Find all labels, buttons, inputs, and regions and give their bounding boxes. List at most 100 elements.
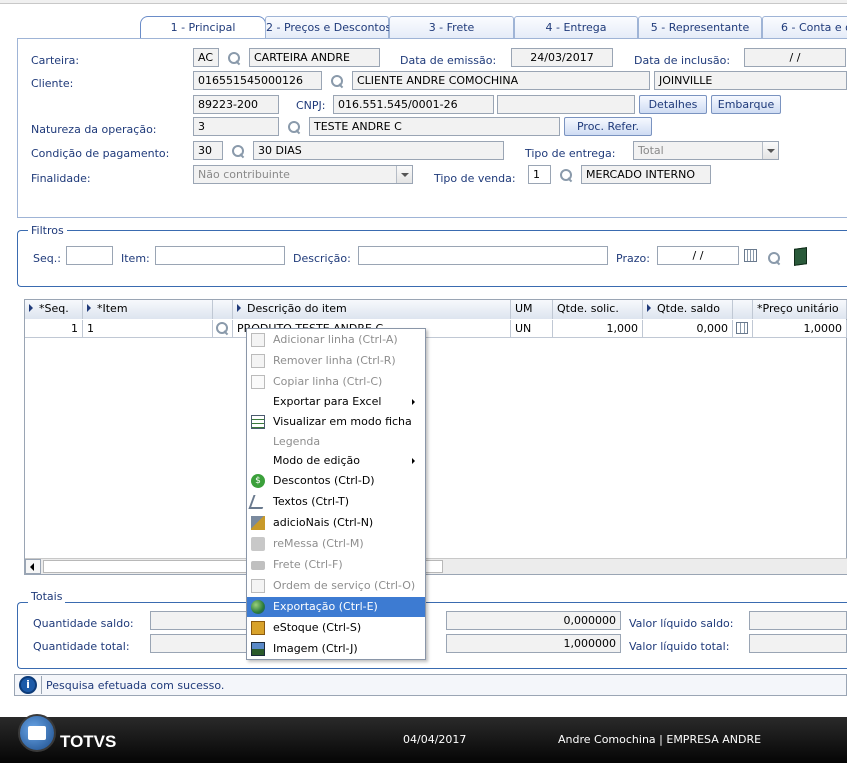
item-input[interactable] bbox=[155, 246, 285, 265]
menu-item-frete[interactable]: Frete (Ctrl-F) bbox=[247, 555, 425, 575]
book-icon[interactable] bbox=[794, 247, 807, 266]
table-row[interactable]: 1 bbox=[25, 320, 83, 338]
menu-item-legenda[interactable]: Legenda bbox=[247, 432, 425, 452]
totais-title: Totais bbox=[28, 590, 66, 603]
data-emissao-label: Data de emissão: bbox=[400, 54, 497, 67]
menu-item-label: Exportação (Ctrl-E) bbox=[273, 600, 378, 613]
menu-item-textos[interactable]: Textos (Ctrl-T) bbox=[247, 492, 425, 512]
tab-representante[interactable]: 5 - Representante bbox=[638, 16, 762, 38]
cnpj-field: 016.551.545/0001-26 bbox=[333, 95, 494, 114]
finalidade-label: Finalidade: bbox=[31, 172, 91, 185]
embarque-button[interactable]: Embarque bbox=[711, 95, 781, 114]
menu-item-label: reMessa (Ctrl-M) bbox=[273, 537, 364, 550]
search-icon[interactable] bbox=[215, 321, 229, 335]
cliente-code-field[interactable]: 016551545000126 bbox=[193, 71, 322, 90]
tab-principal[interactable]: 1 - Principal bbox=[140, 16, 266, 38]
service-order-icon bbox=[251, 579, 265, 593]
calendar-icon[interactable] bbox=[744, 249, 757, 262]
valor-liquido-saldo-field bbox=[749, 611, 847, 630]
items-grid bbox=[24, 299, 847, 575]
cliente-label: Cliente: bbox=[31, 77, 74, 90]
copy-row-icon bbox=[251, 375, 265, 389]
data-inclusao-field: / / bbox=[744, 48, 846, 67]
natureza-code-field[interactable]: 3 bbox=[193, 117, 279, 136]
column-header-preco[interactable]: *Preço unitário bbox=[753, 300, 847, 319]
tipo-venda-code-field[interactable]: 1 bbox=[528, 165, 551, 184]
search-icon[interactable] bbox=[227, 51, 241, 65]
column-header-qtde-saldo[interactable]: Qtde. saldo bbox=[643, 300, 733, 319]
cliente-name-field: CLIENTE ANDRE COMOCHINA bbox=[352, 71, 650, 90]
table-cell-preco[interactable]: 1,0000 bbox=[753, 320, 847, 338]
menu-item-imagem[interactable]: Imagem (Ctrl-J) bbox=[247, 639, 425, 659]
table-cell-zoom[interactable] bbox=[213, 320, 233, 338]
menu-item-descontos[interactable]: $ Descontos (Ctrl-D) bbox=[247, 471, 425, 491]
menu-item-estoque[interactable]: eStoque (Ctrl-S) bbox=[247, 618, 425, 638]
carteira-code-field[interactable]: AC bbox=[193, 48, 219, 67]
tab-entrega[interactable]: 4 - Entrega bbox=[514, 16, 638, 38]
menu-item-label: Copiar linha (Ctrl-C) bbox=[273, 375, 383, 388]
shipment-icon bbox=[251, 537, 265, 551]
finalidade-select[interactable]: Não contribuinte bbox=[193, 165, 413, 184]
menu-item-modo-edicao[interactable]: Modo de edição bbox=[247, 451, 425, 471]
descricao-input[interactable] bbox=[358, 246, 608, 265]
menu-item-ordem-servico[interactable]: Ordem de serviço (Ctrl-O) bbox=[247, 576, 425, 596]
menu-item-adicionar-linha[interactable]: Adicionar linha (Ctrl-A) bbox=[247, 330, 425, 350]
proc-refer-button[interactable]: Proc. Refer. bbox=[564, 117, 652, 136]
search-icon[interactable] bbox=[767, 251, 781, 265]
prazo-input[interactable]: / / bbox=[657, 246, 739, 265]
table-cell-um[interactable]: UN bbox=[511, 320, 553, 338]
table-cell-qtde-saldo[interactable]: 0,000 bbox=[643, 320, 733, 338]
tab-frete[interactable]: 3 - Frete bbox=[389, 16, 514, 38]
submenu-arrow-icon bbox=[412, 458, 415, 464]
table-cell-grid-btn[interactable] bbox=[733, 320, 753, 338]
menu-item-remover-linha[interactable]: Remover linha (Ctrl-R) bbox=[247, 351, 425, 371]
menu-item-exportacao[interactable]: Exportação (Ctrl-E) bbox=[247, 597, 425, 617]
text-icon bbox=[248, 495, 268, 509]
menu-item-modo-ficha[interactable]: Visualizar em modo ficha bbox=[247, 412, 425, 432]
chevron-down-icon[interactable] bbox=[396, 166, 412, 183]
menu-item-copiar-linha[interactable]: Copiar linha (Ctrl-C) bbox=[247, 372, 425, 392]
natureza-label: Natureza da operação: bbox=[31, 123, 157, 136]
menu-item-remessa[interactable]: reMessa (Ctrl-M) bbox=[247, 534, 425, 554]
grid-icon[interactable] bbox=[736, 322, 748, 334]
status-divider bbox=[41, 676, 42, 694]
tab-precos-descontos[interactable]: 2 - Preços e Descontos bbox=[265, 16, 391, 38]
inscricao-field bbox=[497, 95, 635, 114]
qtd-total-label: Quantidade total: bbox=[33, 640, 130, 653]
valor-liquido-total-label: Valor líquido total: bbox=[629, 640, 730, 653]
chevron-down-icon[interactable] bbox=[762, 142, 778, 159]
item-label: Item: bbox=[121, 252, 150, 265]
column-header-qtde-solic[interactable]: Qtde. solic. bbox=[553, 300, 643, 319]
search-icon[interactable] bbox=[287, 120, 301, 134]
menu-item-exportar-excel[interactable]: Exportar para Excel bbox=[247, 392, 425, 412]
box-icon bbox=[251, 621, 265, 635]
column-header-descricao[interactable]: Descrição do item bbox=[233, 300, 511, 319]
condicao-label: Condição de pagamento: bbox=[31, 147, 170, 160]
menu-item-label: Imagem (Ctrl-J) bbox=[273, 642, 358, 655]
data-emissao-field[interactable]: 24/03/2017 bbox=[511, 48, 613, 67]
footer-date: 04/04/2017 bbox=[403, 733, 467, 746]
data-inclusao-label: Data de inclusão: bbox=[634, 54, 731, 67]
tipo-entrega-select[interactable]: Total bbox=[633, 141, 779, 160]
menu-item-adicionais[interactable]: adicioNais (Ctrl-N) bbox=[247, 513, 425, 533]
column-header-item[interactable]: *Item bbox=[83, 300, 213, 319]
column-header-seq[interactable]: *Seq. bbox=[25, 300, 83, 319]
image-icon bbox=[251, 642, 265, 656]
table-cell-qtde-solic[interactable]: 1,000 bbox=[553, 320, 643, 338]
finalidade-value: Não contribuinte bbox=[198, 168, 290, 181]
menu-item-label: Legenda bbox=[273, 435, 321, 448]
search-icon[interactable] bbox=[559, 168, 573, 182]
truck-icon bbox=[251, 561, 265, 570]
detalhes-button[interactable]: Detalhes bbox=[639, 95, 707, 114]
condicao-code-field[interactable]: 30 bbox=[193, 141, 223, 160]
table-cell-item[interactable]: 1 bbox=[83, 320, 213, 338]
column-header-um[interactable]: UM bbox=[511, 300, 553, 319]
search-icon[interactable] bbox=[330, 74, 344, 88]
menu-item-label: Descontos (Ctrl-D) bbox=[273, 474, 375, 487]
tab-conta-ordem[interactable]: 6 - Conta e or bbox=[762, 16, 847, 38]
scroll-left-button[interactable] bbox=[25, 559, 41, 574]
seq-input[interactable] bbox=[66, 246, 113, 265]
search-icon[interactable] bbox=[231, 144, 245, 158]
horizontal-scrollbar[interactable] bbox=[25, 558, 847, 574]
column-header-blank bbox=[733, 300, 753, 319]
